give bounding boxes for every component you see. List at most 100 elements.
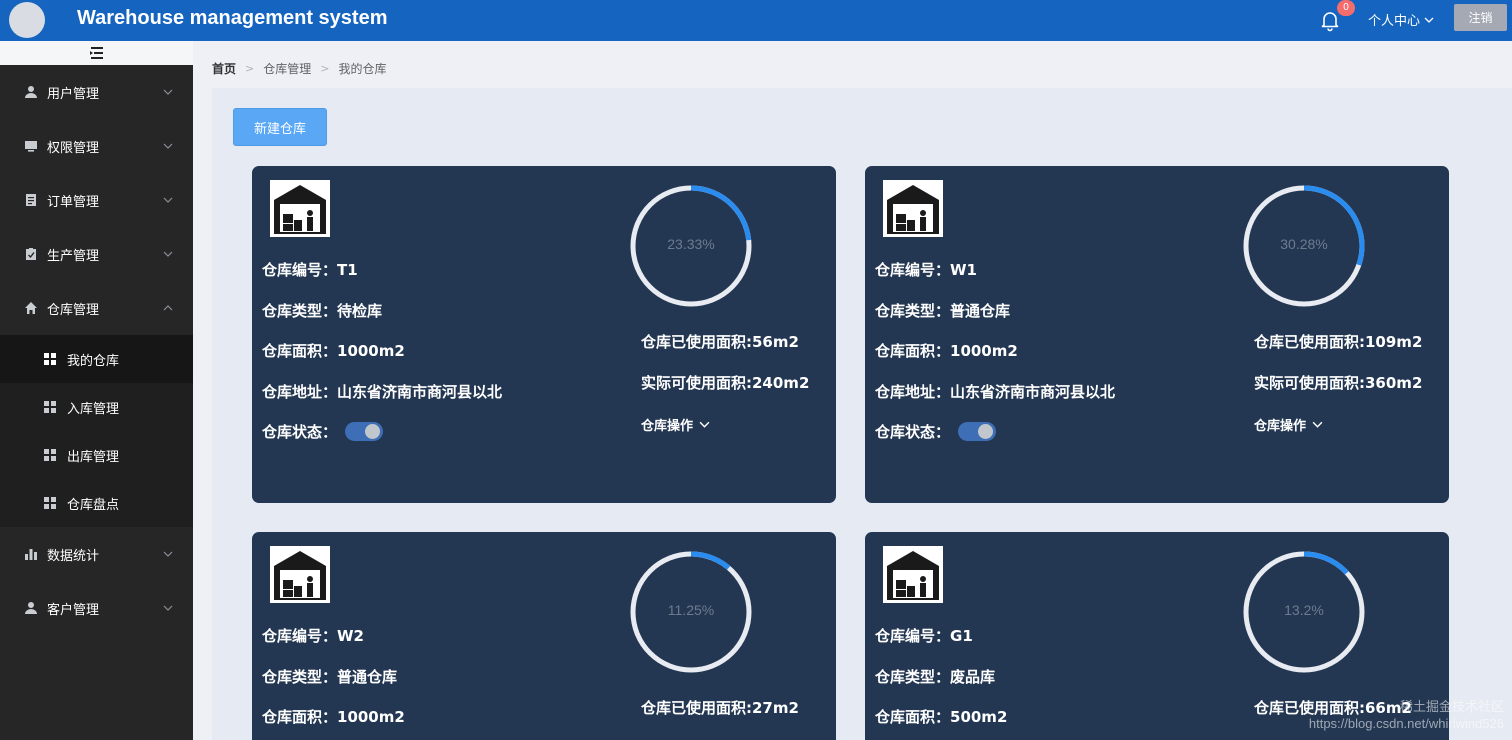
usage-percent-label: 30.28%	[1280, 236, 1328, 252]
chevron-down-icon	[163, 251, 173, 257]
grid-icon	[44, 353, 56, 365]
warehouse-status-toggle[interactable]	[958, 422, 997, 441]
sidebar-item-users[interactable]: 用户管理	[0, 65, 193, 119]
grid-icon	[44, 449, 56, 461]
warehouse-status-label: 仓库状态：	[262, 423, 338, 441]
warehouse-icon	[883, 546, 943, 603]
warehouse-card: 仓库编号：W2 仓库类型：普通仓库 仓库面积：1000m2 11.25% 仓库已…	[252, 532, 836, 740]
warehouse-area: 仓库面积：500m2	[875, 708, 1008, 726]
menu-fold-icon	[89, 47, 103, 59]
warehouse-code: 仓库编号：W2	[262, 627, 364, 645]
warehouse-area: 仓库面积：1000m2	[262, 342, 405, 360]
sidebar-subitem-outbound[interactable]: 出库管理	[0, 431, 193, 479]
user-icon	[25, 602, 37, 614]
usage-percent-label: 23.33%	[667, 236, 715, 252]
sidebar-item-orders[interactable]: 订单管理	[0, 173, 193, 227]
breadcrumb: 首页 > 仓库管理 > 我的仓库	[212, 60, 386, 77]
sidebar-item-label: 客户管理	[47, 602, 100, 618]
sidebar-subitem-my-warehouse[interactable]: 我的仓库	[0, 335, 193, 383]
used-area: 仓库已使用面积:109m2	[1254, 333, 1423, 351]
chevron-down-icon	[1424, 17, 1434, 23]
sidebar-item-label: 仓库管理	[47, 302, 100, 318]
grid-icon	[44, 497, 56, 509]
sidebar-subitem-label: 仓库盘点	[67, 497, 120, 513]
sidebar-item-statistics[interactable]: 数据统计	[0, 527, 193, 581]
clipboard-check-icon	[26, 248, 36, 260]
used-area: 仓库已使用面积:56m2	[641, 333, 799, 351]
notification-badge: 0	[1337, 0, 1355, 16]
toggle-knob	[365, 424, 381, 439]
home-icon	[25, 302, 37, 314]
bar-chart-icon	[25, 549, 37, 560]
warehouse-code: 仓库编号：W1	[875, 261, 977, 279]
watermark: 稀土掘金技术社区 https://blog.csdn.net/whirlwind…	[1309, 698, 1504, 732]
warehouse-icon	[270, 546, 330, 603]
warehouse-type: 仓库类型：待检库	[262, 302, 383, 320]
warehouse-card: 仓库编号：T1 仓库类型：待检库 仓库面积：1000m2 仓库地址：山东省济南市…	[252, 166, 836, 503]
sidebar-item-warehouse[interactable]: 仓库管理	[0, 281, 193, 335]
breadcrumb-separator: >	[320, 62, 330, 75]
warehouse-status-toggle[interactable]	[345, 422, 384, 441]
sidebar-subitem-label: 出库管理	[67, 449, 120, 465]
user-center-label: 个人中心	[1368, 14, 1421, 29]
usage-percent-label: 13.2%	[1284, 602, 1324, 618]
sidebar-item-label: 权限管理	[47, 140, 100, 156]
warehouse-icon	[270, 180, 330, 237]
chevron-down-icon	[163, 89, 173, 95]
app-title: Warehouse management system	[77, 7, 388, 29]
chevron-down-icon	[163, 551, 173, 557]
warehouse-code: 仓库编号：G1	[875, 627, 973, 645]
chevron-down-icon	[1312, 421, 1323, 428]
new-warehouse-button[interactable]: 新建仓库	[233, 108, 327, 146]
warehouse-status-label: 仓库状态：	[875, 423, 951, 441]
warehouse-status: 仓库状态：	[875, 421, 997, 442]
warehouse-code: 仓库编号：T1	[262, 261, 358, 279]
sidebar-subitem-label: 我的仓库	[67, 353, 120, 369]
warehouse-operations-dropdown[interactable]: 仓库操作	[1254, 415, 1323, 434]
monitor-icon	[25, 141, 37, 152]
warehouse-type: 仓库类型：普通仓库	[875, 302, 1011, 320]
breadcrumb-my-warehouse: 我的仓库	[338, 62, 387, 76]
sidebar-item-label: 订单管理	[47, 194, 100, 210]
warehouse-icon	[883, 180, 943, 237]
watermark-line: 稀土掘金技术社区	[1399, 699, 1504, 714]
warehouse-type: 仓库类型：普通仓库	[262, 668, 398, 686]
logout-button[interactable]: 注销	[1454, 4, 1507, 31]
available-area: 实际可使用面积:240m2	[641, 374, 810, 392]
chevron-down-icon	[163, 605, 173, 611]
user-icon	[25, 86, 37, 98]
watermark-line: https://blog.csdn.net/whirlwind526	[1308, 716, 1504, 731]
sidebar-subitem-inventory[interactable]: 仓库盘点	[0, 479, 193, 527]
chevron-up-icon	[163, 305, 173, 311]
breadcrumb-home[interactable]: 首页	[212, 60, 236, 77]
sidebar-item-permissions[interactable]: 权限管理	[0, 119, 193, 173]
sidebar-item-label: 用户管理	[47, 86, 100, 102]
chevron-down-icon	[163, 143, 173, 149]
toggle-knob	[978, 424, 994, 439]
breadcrumb-warehouse-management[interactable]: 仓库管理	[263, 60, 311, 77]
user-center-dropdown[interactable]: 个人中心	[1368, 10, 1434, 29]
warehouse-address: 仓库地址：山东省济南市商河县以北	[875, 383, 1116, 401]
sidebar-item-customers[interactable]: 客户管理	[0, 581, 193, 635]
grid-icon	[44, 401, 56, 413]
warehouse-card: 仓库编号：W1 仓库类型：普通仓库 仓库面积：1000m2 仓库地址：山东省济南…	[865, 166, 1449, 503]
warehouse-status: 仓库状态：	[262, 421, 384, 442]
document-icon	[26, 194, 36, 206]
sidebar-subitem-inbound[interactable]: 入库管理	[0, 383, 193, 431]
warehouse-type: 仓库类型：废品库	[875, 668, 996, 686]
available-area: 实际可使用面积:360m2	[1254, 374, 1423, 392]
chevron-down-icon	[163, 197, 173, 203]
warehouse-area: 仓库面积：1000m2	[875, 342, 1018, 360]
warehouse-address: 仓库地址：山东省济南市商河县以北	[262, 383, 503, 401]
sidebar-item-production[interactable]: 生产管理	[0, 227, 193, 281]
warehouse-operations-dropdown[interactable]: 仓库操作	[641, 415, 710, 434]
breadcrumb-separator: >	[245, 62, 255, 75]
sidebar-item-label: 生产管理	[47, 248, 100, 264]
usage-percent-label: 11.25%	[667, 602, 715, 618]
chevron-down-icon	[699, 421, 710, 428]
sidebar: 用户管理 权限管理 订单管理 生产管理 仓库管理 我的仓库 入库管理 出库管理 …	[0, 41, 193, 740]
sidebar-collapse-toggle[interactable]	[0, 41, 193, 65]
avatar[interactable]	[9, 2, 45, 38]
warehouse-operations-label: 仓库操作	[641, 419, 694, 434]
warehouse-area: 仓库面积：1000m2	[262, 708, 405, 726]
